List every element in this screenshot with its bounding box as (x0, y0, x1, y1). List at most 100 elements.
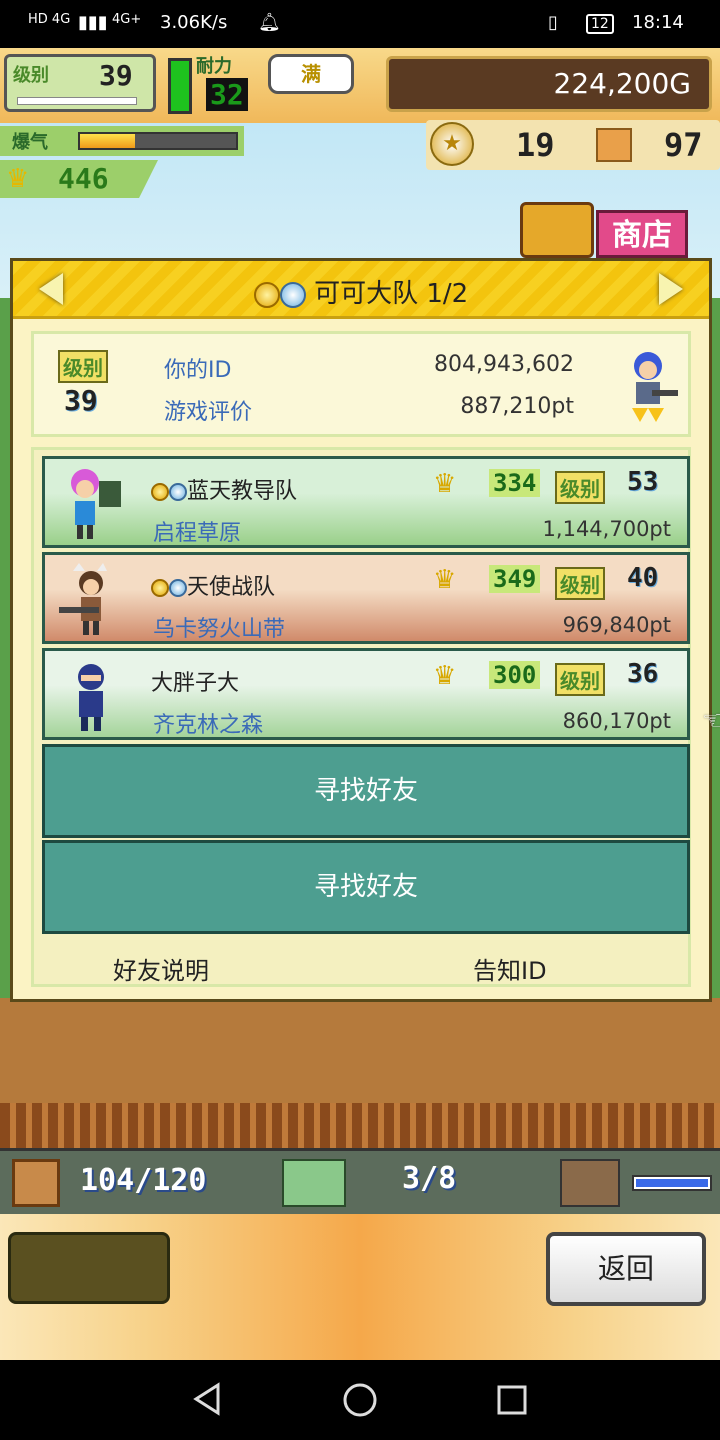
notification-icon: 🔔︎ (258, 12, 281, 33)
friend-level: 36 (627, 659, 659, 689)
crown-count: 446 (58, 162, 109, 195)
player-level-box[interactable]: 级别 39 (4, 54, 156, 112)
top-hud: 级别 39 耐力 32 满 224,200G (0, 48, 720, 123)
friend-name: 蓝天教导队 (187, 479, 298, 504)
bottom-menu: 返回 (0, 1214, 720, 1360)
friend-crowns: 300 (489, 661, 541, 689)
crown-box: ♛ 446 (0, 160, 158, 198)
friend-avatar-icon (59, 563, 107, 635)
stock-count: 104/120 (80, 1163, 207, 1198)
friend-level: 53 (627, 467, 659, 497)
friend-name-row: 蓝天教导队 (151, 473, 297, 505)
stamina-label: 耐力 (196, 56, 232, 77)
tell-id-button[interactable]: 告知ID (473, 951, 547, 986)
diamond-ribbon-icon (169, 579, 187, 597)
clock: 18:14 (632, 12, 684, 33)
vehicle-icon (282, 1159, 346, 1207)
friend-crowns: 334 (489, 469, 541, 497)
treasure-chest-icon (520, 202, 594, 258)
friend-row[interactable]: 蓝天教导队 启程草原 1,144,700pt ♛ 334 级别 53 (42, 456, 690, 548)
next-page-arrow-icon[interactable] (659, 273, 683, 305)
weapon-icon (560, 1159, 620, 1207)
friend-points: 969,840pt (562, 613, 671, 637)
game-screen: 级别 39 耐力 32 满 224,200G 爆气 ★ 19 97 ♛ 446 … (0, 48, 720, 1360)
fence (0, 1103, 720, 1148)
vibrate-icon: ▯ (548, 12, 558, 33)
friend-place: 齐克林之森 (153, 713, 264, 738)
my-id-value: 804,943,602 (434, 352, 574, 377)
nav-recents-icon[interactable] (496, 1384, 528, 1416)
pointer-hand-icon: ☜ (702, 706, 720, 736)
weapon-gauge (632, 1175, 712, 1191)
back-button[interactable]: 返回 (546, 1232, 706, 1306)
stamina-gauge (168, 58, 192, 114)
friend-name: 大胖子大 (151, 671, 240, 696)
nav-back-icon[interactable] (190, 1382, 224, 1416)
friend-place: 启程草原 (153, 521, 242, 546)
friend-place: 乌卡努火山带 (153, 617, 286, 642)
medal-count: 19 (516, 126, 555, 164)
friend-crowns: 349 (489, 565, 541, 593)
gold-ribbon-icon (151, 579, 169, 597)
my-avatar-icon (632, 352, 678, 422)
friend-name-row: 天使战队 (151, 569, 275, 601)
panel-title: 可可大队 1/2 (314, 279, 469, 309)
friend-points: 1,144,700pt (542, 517, 671, 541)
panel-header: 可可大队 1/2 (13, 261, 709, 319)
diamond-ribbon-icon (169, 483, 187, 501)
gold-ribbon-icon (151, 483, 169, 501)
friend-avatar-icon (71, 469, 121, 539)
network-speed: 3.06K/s (160, 12, 228, 33)
box-count: 97 (664, 126, 703, 164)
find-friend-button-2[interactable]: 寻找好友 (42, 840, 690, 934)
stamina-full-bubble: 满 (268, 54, 354, 94)
vehicle-count: 3/8 (402, 1161, 457, 1196)
crate-icon (12, 1159, 60, 1207)
medal-icon: ★ (430, 122, 474, 166)
friend-points: 860,170pt (562, 709, 671, 733)
hot-label: 爆气 (12, 132, 48, 153)
crown-icon: ♛ (6, 164, 30, 194)
shop-button[interactable]: 商店 (520, 198, 690, 260)
stamina-value: 32 (206, 78, 248, 111)
currency-box: ★ 19 97 (426, 120, 720, 170)
my-level: 39 (64, 384, 98, 417)
friend-name: 天使战队 (187, 575, 276, 600)
hot-gauge-fill (80, 134, 135, 148)
my-info-card: 级别 39 你的ID 804,943,602 游戏评价 887,210pt (31, 331, 691, 437)
signal-icon: ▮▮▮ (78, 12, 108, 33)
player-level: 39 (99, 59, 133, 92)
level-label: 级别 (13, 65, 49, 86)
friend-row[interactable]: 天使战队 乌卡努火山带 969,840pt ♛ 349 级别 40 (42, 552, 690, 644)
status-bar: HD 4G ▮▮▮ 4G+ 3.06K/s 🔔︎ ▯ 12 18:14 (0, 0, 720, 48)
my-level-label: 级别 (58, 350, 108, 383)
network-indicator-2: 4G+ (112, 12, 142, 27)
my-id-label: 你的ID (164, 358, 232, 383)
exp-bar (17, 97, 137, 105)
crown-icon: ♛ (433, 565, 457, 595)
gold-counter: 224,200G (386, 56, 712, 112)
hot-gauge (78, 132, 238, 150)
friend-help-button[interactable]: 好友说明 (113, 951, 209, 986)
friend-level-label: 级别 (555, 567, 605, 600)
shop-label: 商店 (596, 210, 688, 258)
hot-gauge-box: 爆气 (0, 126, 244, 156)
diamond-ribbon-icon (279, 281, 306, 308)
friend-panel: 可可大队 1/2 级别 39 你的ID 804,943,602 游戏评价 887… (10, 258, 720, 1002)
rating-value: 887,210pt (460, 394, 574, 419)
network-indicator: HD 4G (28, 12, 71, 27)
box-icon (596, 128, 632, 162)
crown-icon: ♛ (433, 469, 457, 499)
friend-level-label: 级别 (555, 471, 605, 504)
nav-home-icon[interactable] (342, 1382, 378, 1418)
panel-title-row: 可可大队 1/2 (13, 273, 709, 310)
weapon-gauge-fill (636, 1179, 708, 1187)
stock-bar: 104/120 3/8 (0, 1148, 720, 1214)
system-nav-bar (0, 1360, 720, 1440)
friend-row[interactable]: 大胖子大 齐克林之森 860,170pt ♛ 300 级别 36 (42, 648, 690, 740)
find-friend-button[interactable]: 寻找好友 (42, 744, 690, 838)
rating-label: 游戏评价 (164, 400, 253, 425)
friend-level-label: 级别 (555, 663, 605, 696)
empty-slot (8, 1232, 170, 1304)
battery-icon: 12 (586, 14, 614, 34)
